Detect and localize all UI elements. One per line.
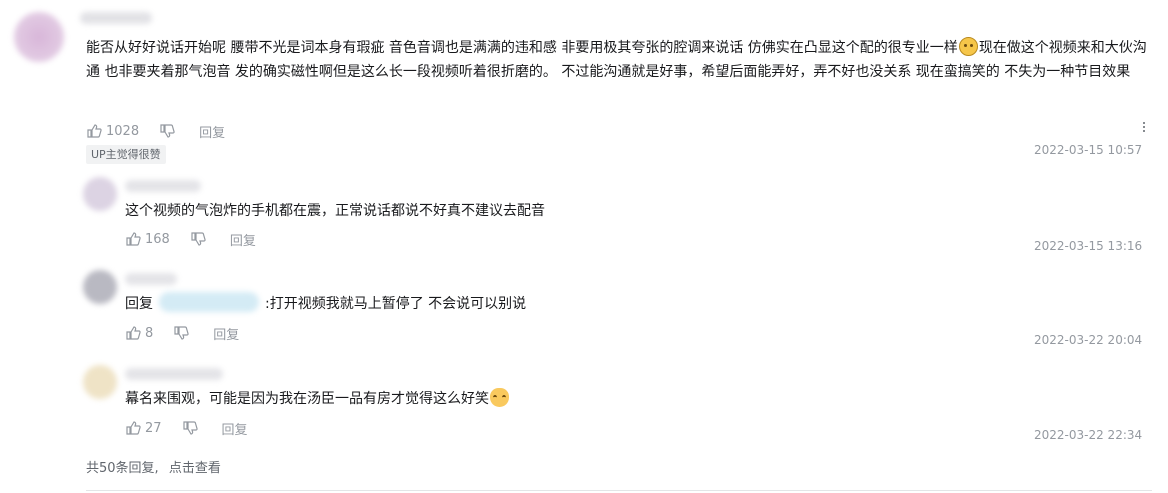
thumbs-down-icon — [174, 326, 189, 340]
reply-text: 回复 :打开视频我就马上暂停了 不会说可以别说 — [125, 292, 526, 316]
reply-time: 2022-03-15 13:16 — [1034, 239, 1143, 253]
reply-avatar[interactable] — [83, 177, 117, 211]
reply-button[interactable]: 回复 — [213, 324, 239, 343]
reply-button[interactable]: 回复 — [199, 122, 225, 141]
like-button[interactable]: 1028 — [86, 123, 139, 139]
dislike-button[interactable] — [159, 123, 179, 139]
dislike-button[interactable] — [173, 325, 193, 341]
main-comment-time: 2022-03-15 10:57 — [1034, 143, 1143, 157]
reply-text-body: :打开视频我就马上暂停了 不会说可以别说 — [265, 296, 527, 312]
reply-text-body: 幕名来围观，可能是因为我在汤臣一品有房才觉得这么好笑 — [125, 391, 489, 407]
reply-label: 回复 — [221, 422, 248, 438]
main-comment-text-part-1: 能否从好好说话开始呢 腰带不光是词本身有瑕疵 音色音调也是满满的违和感 非要用极… — [86, 40, 958, 56]
dislike-button[interactable] — [190, 231, 210, 247]
like-count: 168 — [145, 231, 170, 247]
cat-emoji-icon — [490, 388, 509, 407]
main-avatar[interactable] — [14, 12, 64, 62]
reply-button[interactable]: 回复 — [230, 230, 256, 249]
reply-label: 回复 — [229, 233, 256, 249]
dislike-button[interactable] — [182, 420, 202, 436]
thumbs-up-icon — [126, 232, 141, 246]
reply-time: 2022-03-22 22:34 — [1034, 428, 1143, 442]
divider — [86, 490, 1152, 491]
reply-label: 回复 — [199, 125, 226, 141]
reply-text: 幕名来围观，可能是因为我在汤臣一品有房才觉得这么好笑 — [125, 387, 510, 411]
like-count: 1028 — [106, 123, 140, 139]
like-count: 8 — [145, 325, 154, 341]
reply-button[interactable]: 回复 — [222, 419, 248, 438]
reply-actions: 27 回复 — [125, 419, 268, 438]
reply-count-text: 共50条回复, — [86, 461, 159, 476]
reply-username[interactable] — [125, 180, 201, 192]
sad-emoji-icon — [958, 37, 978, 56]
reply-avatar[interactable] — [83, 365, 117, 399]
up-liked-badge: UP主觉得很赞 — [86, 145, 166, 164]
main-comment-text: 能否从好好说话开始呢 腰带不光是词本身有瑕疵 音色音调也是满满的违和感 非要用极… — [86, 36, 1152, 84]
thumbs-up-icon — [126, 326, 141, 340]
thumbs-up-icon — [126, 421, 141, 435]
reply-username[interactable] — [125, 273, 177, 285]
thumbs-down-icon — [182, 421, 198, 435]
like-button[interactable]: 8 — [125, 325, 153, 341]
like-button[interactable]: 27 — [125, 420, 162, 436]
reply-avatar[interactable] — [83, 270, 117, 304]
thumbs-down-icon — [191, 232, 206, 246]
reply-prefix: 回复 — [125, 296, 153, 312]
view-replies-link[interactable]: 点击查看 — [169, 461, 221, 476]
like-count: 27 — [145, 420, 162, 436]
thumbs-up-icon — [87, 124, 102, 138]
reply-text: 这个视频的气泡炸的手机都在震，正常说话都说不好真不建议去配音 — [125, 203, 545, 219]
reply-username[interactable] — [125, 368, 223, 380]
main-username[interactable] — [80, 12, 152, 24]
mention-username[interactable] — [159, 292, 259, 312]
reply-actions: 168 回复 — [125, 230, 276, 249]
more-icon[interactable] — [1143, 122, 1146, 134]
thumbs-down-icon — [160, 124, 175, 138]
like-button[interactable]: 168 — [125, 231, 170, 247]
reply-count-footer: 共50条回复, 点击查看 — [86, 457, 221, 476]
reply-actions: 8 回复 — [125, 324, 259, 343]
reply-label: 回复 — [213, 327, 240, 343]
reply-time: 2022-03-22 20:04 — [1034, 333, 1143, 347]
main-comment-actions: 1028 回复 — [86, 122, 245, 141]
